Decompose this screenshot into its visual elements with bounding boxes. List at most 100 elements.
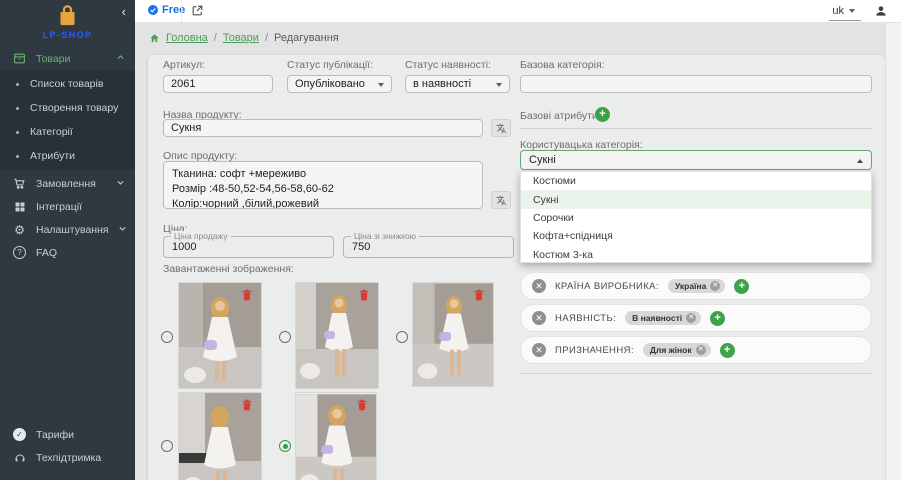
user-avatar-icon[interactable] [874, 4, 888, 18]
verified-badge-icon [147, 4, 159, 16]
sidebar-item-faq[interactable]: ? FAQ [0, 241, 135, 264]
chevron-down-icon [116, 178, 125, 190]
bullet-icon [16, 155, 19, 158]
sidebar-item-label: Інтеграції [36, 201, 125, 213]
sale-price-field: Ціна продажу [163, 236, 334, 258]
sidebar-item-label: Товари [36, 53, 107, 65]
breadcrumb-home[interactable]: Головна [166, 32, 208, 44]
trash-icon [474, 289, 484, 301]
publication-status-label: Статус публікації: [287, 59, 373, 71]
image-radio-5-selected[interactable] [279, 440, 291, 452]
translate-icon [496, 195, 507, 206]
submenu-label: Створення товару [30, 102, 118, 114]
submenu-label: Атрибути [30, 150, 75, 162]
image-radio-4[interactable] [161, 440, 173, 452]
delete-image-button[interactable] [242, 399, 252, 411]
publication-status-value: Опубліковано [295, 78, 365, 90]
custom-category-select[interactable]: Сукні [520, 150, 872, 170]
sku-input[interactable] [163, 75, 273, 93]
sidebar-item-settings[interactable]: ⚙ Налаштування [0, 218, 135, 241]
language-underline [829, 20, 861, 21]
delete-image-button[interactable] [357, 399, 367, 411]
remove-tag-icon[interactable]: ✕ [696, 345, 706, 355]
divider [520, 373, 872, 374]
remove-attribute-icon[interactable]: ✕ [532, 279, 546, 293]
translate-name-button[interactable] [491, 119, 511, 137]
sale-price-input[interactable] [172, 241, 325, 253]
sidebar-item-product-list[interactable]: Список товарів [0, 72, 135, 96]
translate-icon [496, 123, 507, 134]
chevron-down-icon [118, 224, 127, 236]
sidebar-item-support[interactable]: Техпідтримка [0, 446, 135, 469]
trash-icon [242, 289, 252, 301]
sku-label: Артикул: [163, 59, 205, 71]
attribute-value: Україна [675, 281, 706, 291]
sidebar-item-attributes[interactable]: Атрибути [0, 144, 135, 168]
chevron-up-icon [857, 159, 863, 163]
add-attribute-value-button[interactable]: + [710, 311, 725, 326]
publication-status-select[interactable]: Опубліковано [287, 75, 392, 93]
delete-image-button[interactable] [359, 289, 369, 301]
dropdown-option-kostiumy[interactable]: Костюми [521, 172, 871, 190]
remove-tag-icon[interactable]: ✕ [710, 281, 720, 291]
submenu-label: Список товарів [30, 78, 103, 90]
breadcrumb: Головна / Товари / Редагування [149, 32, 339, 44]
remove-attribute-icon[interactable]: ✕ [532, 343, 546, 357]
dropdown-option-kofta-spidnytsia[interactable]: Кофта+спідниця [521, 227, 871, 245]
product-image-3 [413, 283, 493, 386]
gear-icon: ⚙ [12, 223, 27, 237]
description-textarea[interactable]: Тканина: софт +мереживо Розмір :48-50,52… [163, 161, 483, 209]
breadcrumb-products[interactable]: Товари [223, 32, 259, 44]
chevron-down-icon [849, 9, 855, 13]
attribute-name: НАЯВНІСТЬ: [555, 313, 616, 324]
chevron-down-icon [496, 83, 502, 87]
attribute-name: ПРИЗНАЧЕННЯ: [555, 345, 634, 356]
sidebar-item-label: FAQ [36, 247, 125, 259]
attribute-value-tag: В наявності ✕ [625, 311, 701, 325]
product-name-input[interactable] [163, 119, 483, 137]
delete-image-button[interactable] [242, 289, 252, 301]
dropdown-option-kostium-3ka[interactable]: Костюм 3-ка [521, 246, 871, 264]
submenu-label: Категорії [30, 126, 73, 138]
breadcrumb-current: Редагування [274, 32, 339, 44]
plan-badge[interactable]: Free [147, 4, 185, 16]
image-radio-2[interactable] [279, 331, 291, 343]
image-radio-3[interactable] [396, 331, 408, 343]
remove-attribute-icon[interactable]: ✕ [532, 311, 546, 325]
sidebar-item-tariffs[interactable]: ✓ Тарифи [0, 423, 135, 446]
discount-price-input[interactable] [352, 241, 505, 253]
sidebar-item-products[interactable]: Товари [0, 47, 135, 70]
add-attribute-value-button[interactable]: + [720, 343, 735, 358]
trash-icon [359, 289, 369, 301]
collapse-sidebar-icon[interactable]: ‹ [122, 5, 126, 18]
sidebar-item-orders[interactable]: Замовлення [0, 172, 135, 195]
add-base-attribute-button[interactable]: + [595, 107, 610, 122]
sidebar-item-create-product[interactable]: Створення товару [0, 96, 135, 120]
availability-status-label: Статус наявності: [405, 59, 491, 71]
language-selector[interactable]: uk [832, 5, 855, 17]
bullet-icon [16, 131, 19, 134]
availability-status-select[interactable]: в наявності [405, 75, 510, 93]
check-circle-icon: ✓ [12, 428, 27, 441]
bullet-icon [16, 107, 19, 110]
base-category-input[interactable] [520, 75, 872, 93]
scrollbar-track[interactable] [885, 23, 901, 480]
sidebar-item-integrations[interactable]: Інтеграції [0, 195, 135, 218]
remove-tag-icon[interactable]: ✕ [686, 313, 696, 323]
dropdown-option-sukni-selected[interactable]: Сукні [521, 190, 871, 208]
sidebar-item-categories[interactable]: Категорії [0, 120, 135, 144]
add-attribute-value-button[interactable]: + [734, 279, 749, 294]
attribute-row-availability: ✕ НАЯВНІСТЬ: В наявності ✕ + [520, 304, 872, 332]
custom-category-value: Сукні [529, 154, 556, 166]
product-edit-card: Артикул: Статус публікації: Опубліковано… [148, 55, 885, 480]
cart-icon [12, 177, 27, 190]
chevron-up-icon [116, 53, 125, 65]
delete-image-button[interactable] [474, 289, 484, 301]
product-image-5 [296, 393, 376, 480]
open-shop-icon[interactable] [191, 4, 204, 17]
shop-logo-text[interactable]: LP-SHOP [0, 30, 135, 40]
image-radio-1[interactable] [161, 331, 173, 343]
dropdown-option-sorochky[interactable]: Сорочки [521, 209, 871, 227]
sidebar-item-label: Техпідтримка [36, 452, 125, 464]
translate-description-button[interactable] [491, 191, 511, 209]
